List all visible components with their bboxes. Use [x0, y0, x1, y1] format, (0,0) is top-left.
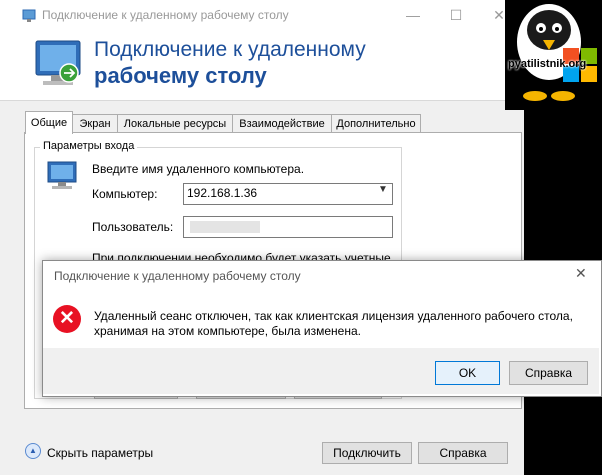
hide-options-link[interactable]: Скрыть параметры — [47, 446, 153, 460]
banner-title-line1: Подключение к удаленному — [94, 38, 366, 61]
pyatilistnik-logo — [505, 0, 602, 110]
tab-experience[interactable]: Взаимодействие — [232, 114, 332, 134]
user-label: Пользователь: — [92, 220, 174, 234]
computer-label: Компьютер: — [92, 187, 158, 201]
dialog-help-button[interactable]: Справка — [509, 361, 588, 385]
minimize-button[interactable]: — — [402, 6, 424, 24]
error-icon: ✕ — [53, 305, 81, 333]
tab-display[interactable]: Экран — [72, 114, 118, 134]
dialog-message-line1: Удаленный сеанс отключен, так как клиент… — [94, 309, 573, 323]
login-settings-legend: Параметры входа — [40, 140, 138, 152]
maximize-button[interactable]: ☐ — [445, 6, 467, 24]
banner-title-line2: рабочему столу — [94, 63, 267, 88]
window-title: Подключение к удаленному рабочему столу — [42, 8, 289, 22]
ok-button[interactable]: OK — [435, 361, 500, 385]
dialog-title: Подключение к удаленному рабочему столу — [54, 269, 301, 283]
tab-advanced[interactable]: Дополнительно — [331, 114, 421, 134]
rdp-app-icon — [22, 9, 36, 22]
dialog-close-icon[interactable]: ✕ — [575, 265, 587, 282]
tab-local-resources[interactable]: Локальные ресурсы — [117, 114, 233, 134]
tab-general[interactable]: Общие — [25, 111, 73, 134]
chevron-up-icon[interactable]: ▲ — [25, 443, 41, 459]
connect-button[interactable]: Подключить — [322, 442, 412, 464]
computer-icon — [47, 161, 77, 189]
help-button[interactable]: Справка — [418, 442, 508, 464]
computer-value: 192.168.1.36 — [187, 186, 258, 200]
computer-instruction: Введите имя удаленного компьютера. — [92, 162, 305, 176]
dialog-message-line2: хранимая на этом компьютере, была измене… — [94, 324, 361, 338]
rdp-main-window: Подключение к удаленному рабочему столу … — [0, 0, 524, 475]
remote-desktop-icon — [35, 40, 81, 85]
chevron-down-icon[interactable]: ▼ — [378, 184, 388, 195]
user-value-redacted — [190, 221, 260, 233]
watermark-text: pyatilistnik.org — [508, 58, 587, 70]
